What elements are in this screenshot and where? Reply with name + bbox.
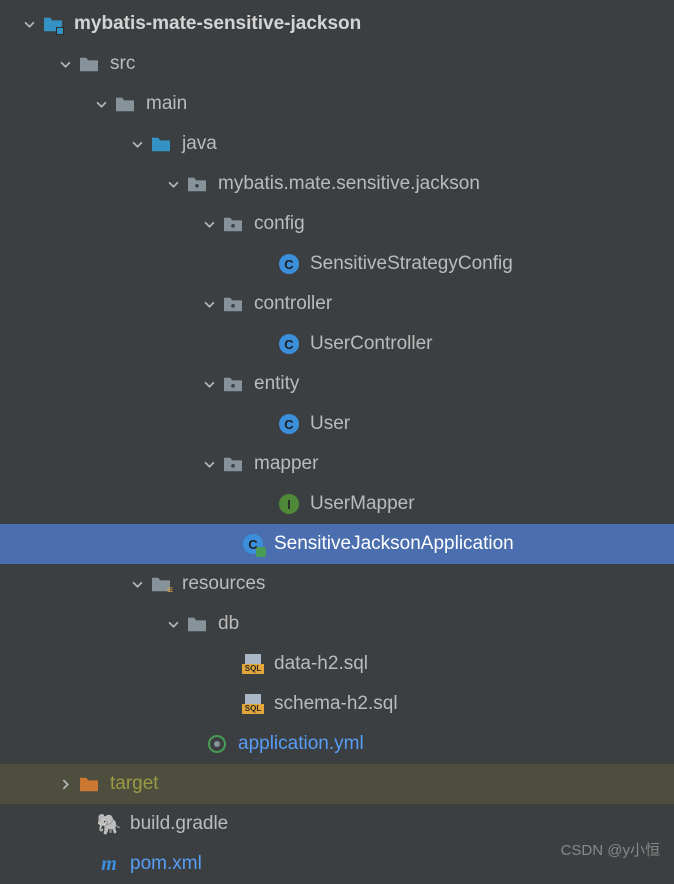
tree-row-mapper[interactable]: mapper	[0, 444, 674, 484]
module-folder-icon	[42, 13, 64, 35]
tree-row-config-file[interactable]: C SensitiveStrategyConfig	[0, 244, 674, 284]
source-folder-icon	[150, 133, 172, 155]
tree-row-db[interactable]: db	[0, 604, 674, 644]
tree-row-main[interactable]: main	[0, 84, 674, 124]
class-icon: C	[278, 413, 300, 435]
chevron-down-icon[interactable]	[94, 97, 108, 111]
tree-label: UserMapper	[310, 493, 415, 515]
maven-icon: m	[98, 853, 120, 875]
chevron-right-icon[interactable]	[58, 777, 72, 791]
yml-file-icon	[206, 733, 228, 755]
tree-label: config	[254, 213, 305, 235]
package-icon	[186, 173, 208, 195]
tree-row-gradle[interactable]: 🐘 build.gradle	[0, 804, 674, 844]
sql-file-icon: SQL	[242, 653, 264, 675]
tree-row-controller[interactable]: controller	[0, 284, 674, 324]
chevron-down-icon[interactable]	[58, 57, 72, 71]
package-icon	[222, 453, 244, 475]
gradle-icon: 🐘	[98, 813, 120, 835]
tree-label: mybatis.mate.sensitive.jackson	[218, 173, 480, 195]
tree-label: pom.xml	[130, 853, 202, 875]
package-icon	[222, 373, 244, 395]
tree-row-entity[interactable]: entity	[0, 364, 674, 404]
tree-label: data-h2.sql	[274, 653, 368, 675]
watermark: CSDN @y小恒	[561, 839, 660, 860]
excluded-folder-icon	[78, 773, 100, 795]
folder-icon	[186, 613, 208, 635]
tree-label: java	[182, 133, 217, 155]
tree-label: entity	[254, 373, 299, 395]
chevron-down-icon[interactable]	[166, 177, 180, 191]
chevron-down-icon[interactable]	[22, 17, 36, 31]
class-icon: C	[278, 333, 300, 355]
chevron-down-icon[interactable]	[166, 617, 180, 631]
tree-row-data-sql[interactable]: SQL data-h2.sql	[0, 644, 674, 684]
interface-icon: I	[278, 493, 300, 515]
tree-label: mybatis-mate-sensitive-jackson	[74, 13, 361, 35]
project-tree: mybatis-mate-sensitive-jackson src main …	[0, 0, 674, 884]
tree-label: application.yml	[238, 733, 364, 755]
resources-folder-icon: ≡	[150, 573, 172, 595]
tree-label: db	[218, 613, 239, 635]
tree-label: SensitiveStrategyConfig	[310, 253, 513, 275]
tree-row-entity-file[interactable]: C User	[0, 404, 674, 444]
sql-file-icon: SQL	[242, 693, 264, 715]
tree-label: build.gradle	[130, 813, 228, 835]
tree-label: UserController	[310, 333, 432, 355]
folder-icon	[114, 93, 136, 115]
tree-label: SensitiveJacksonApplication	[274, 533, 514, 555]
tree-label: mapper	[254, 453, 318, 475]
tree-row-package[interactable]: mybatis.mate.sensitive.jackson	[0, 164, 674, 204]
chevron-down-icon[interactable]	[130, 137, 144, 151]
tree-row-target[interactable]: target	[0, 764, 674, 804]
tree-label: resources	[182, 573, 265, 595]
tree-row-mapper-file[interactable]: I UserMapper	[0, 484, 674, 524]
chevron-down-icon[interactable]	[202, 377, 216, 391]
tree-label: src	[110, 53, 135, 75]
tree-row-schema-sql[interactable]: SQL schema-h2.sql	[0, 684, 674, 724]
tree-label: main	[146, 93, 187, 115]
runnable-class-icon: C	[242, 533, 264, 555]
chevron-down-icon[interactable]	[202, 457, 216, 471]
tree-label: schema-h2.sql	[274, 693, 398, 715]
tree-label: controller	[254, 293, 332, 315]
tree-row-controller-file[interactable]: C UserController	[0, 324, 674, 364]
tree-row-app-file[interactable]: C SensitiveJacksonApplication	[0, 524, 674, 564]
chevron-down-icon[interactable]	[202, 217, 216, 231]
class-icon: C	[278, 253, 300, 275]
tree-row-app-yml[interactable]: application.yml	[0, 724, 674, 764]
package-icon	[222, 293, 244, 315]
tree-row-root[interactable]: mybatis-mate-sensitive-jackson	[0, 4, 674, 44]
package-icon	[222, 213, 244, 235]
chevron-down-icon[interactable]	[202, 297, 216, 311]
chevron-down-icon[interactable]	[130, 577, 144, 591]
tree-row-src[interactable]: src	[0, 44, 674, 84]
tree-label: User	[310, 413, 350, 435]
tree-row-java[interactable]: java	[0, 124, 674, 164]
folder-icon	[78, 53, 100, 75]
tree-row-config[interactable]: config	[0, 204, 674, 244]
tree-label: target	[110, 773, 159, 795]
tree-row-resources[interactable]: ≡ resources	[0, 564, 674, 604]
